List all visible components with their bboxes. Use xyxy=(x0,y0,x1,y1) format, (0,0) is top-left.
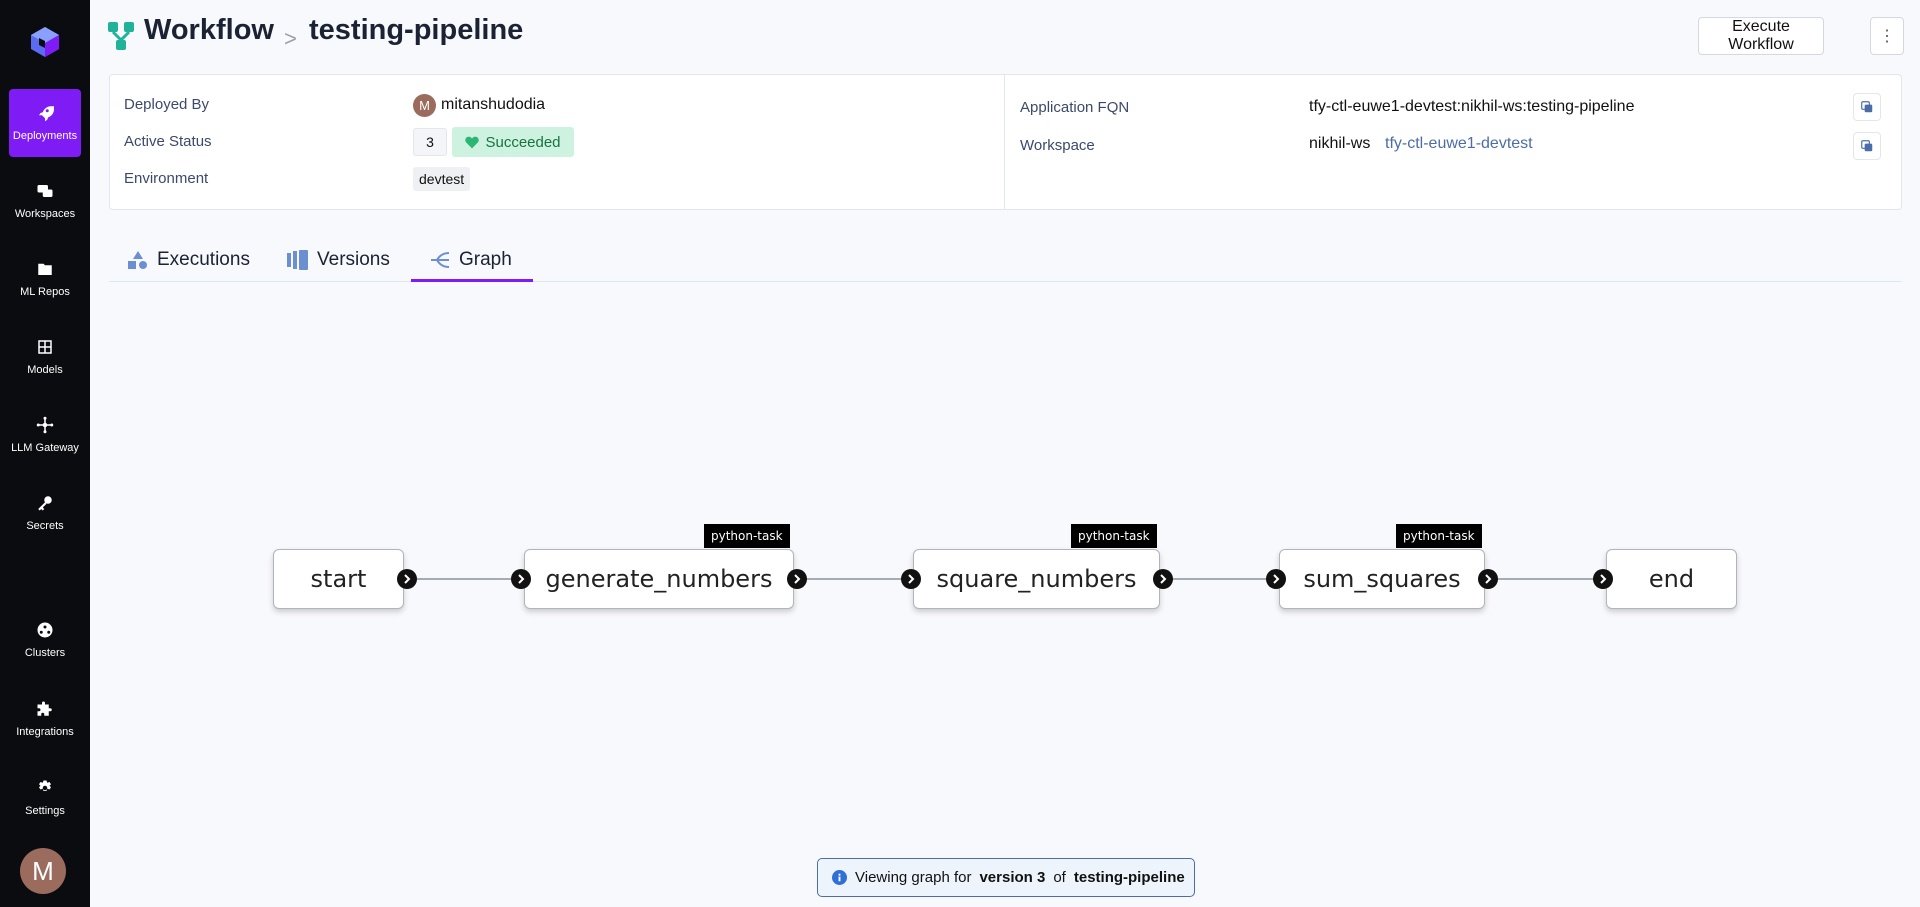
copy-workspace-button[interactable] xyxy=(1853,132,1881,160)
banner-middle: of xyxy=(1053,869,1066,886)
user-avatar[interactable]: M xyxy=(20,848,66,894)
workflow-icon xyxy=(108,22,134,50)
node-port-chevron-icon[interactable] xyxy=(397,569,417,589)
sidebar-item-ml-repos[interactable]: ML Repos xyxy=(9,245,81,313)
page-title: Workflow xyxy=(144,14,274,46)
sidebar-item-workspaces[interactable]: Workspaces xyxy=(9,167,81,235)
tab-bar-border xyxy=(109,281,1902,282)
breadcrumb-separator: > xyxy=(284,26,297,51)
cluster-icon xyxy=(37,622,53,638)
graph-node-start[interactable]: start xyxy=(273,549,404,609)
folder-icon xyxy=(38,263,52,275)
grid-icon xyxy=(38,340,52,354)
tab-executions[interactable]: Executions xyxy=(127,238,250,282)
sidebar-item-deployments[interactable]: Deployments xyxy=(9,89,81,157)
copy-fqn-button[interactable] xyxy=(1853,93,1881,121)
tab-graph[interactable]: Graph xyxy=(429,238,512,282)
deployed-by-value: mitanshudodia xyxy=(441,96,546,113)
sidebar-item-clusters[interactable]: Clusters xyxy=(9,606,81,674)
graph-node-sum-squares[interactable]: sum_squares xyxy=(1279,549,1485,609)
executions-icon xyxy=(128,251,147,269)
rocket-icon xyxy=(39,106,54,122)
key-icon xyxy=(38,496,52,511)
graph-node-square-numbers[interactable]: square_numbers xyxy=(913,549,1160,609)
workspace-value: nikhil-ws xyxy=(1309,135,1371,152)
sidebar-item-llm-gateway[interactable]: LLM Gateway xyxy=(9,401,81,469)
puzzle-icon xyxy=(37,701,52,716)
app-logo-icon[interactable] xyxy=(28,25,62,59)
gear-icon xyxy=(39,780,51,791)
fqn-label: Application FQN xyxy=(1020,99,1130,116)
sidebar-item-label: LLM Gateway xyxy=(11,442,79,454)
node-port-chevron-icon[interactable] xyxy=(511,569,531,589)
deployer-avatar: M xyxy=(413,94,436,117)
tab-label: Graph xyxy=(459,249,512,270)
node-port-chevron-icon[interactable] xyxy=(1153,569,1173,589)
node-port-chevron-icon[interactable] xyxy=(1593,569,1613,589)
info-card xyxy=(109,74,1902,210)
execute-workflow-button[interactable]: Execute Workflow xyxy=(1698,17,1824,55)
active-tab-indicator xyxy=(411,279,533,282)
node-port-chevron-icon[interactable] xyxy=(787,569,807,589)
graph-icon xyxy=(431,252,450,268)
graph-node-end[interactable]: end xyxy=(1606,549,1737,609)
node-port-chevron-icon[interactable] xyxy=(901,569,921,589)
more-options-button[interactable]: ⋮ xyxy=(1870,17,1904,55)
workspace-cluster-link[interactable]: tfy-ctl-euwe1-devtest xyxy=(1385,135,1533,153)
tab-versions[interactable]: Versions xyxy=(287,238,390,282)
sidebar-item-label: Integrations xyxy=(16,726,74,738)
active-status-label: Active Status xyxy=(124,133,212,150)
node-port-chevron-icon[interactable] xyxy=(1266,569,1286,589)
sidebar-item-models[interactable]: Models xyxy=(9,323,81,391)
graph-node-generate-numbers[interactable]: generate_numbers xyxy=(524,549,794,609)
sidebar-item-settings[interactable]: Settings xyxy=(9,764,81,832)
status-badge: Succeeded xyxy=(452,127,574,157)
active-version-chip[interactable]: 3 xyxy=(413,128,447,156)
sidebar-item-label: Secrets xyxy=(26,520,64,532)
status-text: Succeeded xyxy=(485,133,561,151)
banner-name: testing-pipeline xyxy=(1073,869,1185,886)
copy-icon xyxy=(1861,101,1873,113)
sidebar-item-label: Settings xyxy=(25,805,65,817)
sidebar-item-label: Models xyxy=(27,364,63,376)
node-port-chevron-icon[interactable] xyxy=(1478,569,1498,589)
task-type-tag: python-task xyxy=(704,524,790,548)
task-type-tag: python-task xyxy=(1396,524,1482,548)
sidebar-item-label: Clusters xyxy=(24,647,66,659)
deployed-by-label: Deployed By xyxy=(124,96,210,113)
info-divider xyxy=(1004,74,1005,210)
info-icon xyxy=(832,870,847,885)
tab-label: Executions xyxy=(157,249,250,270)
sidebar-item-label: Workspaces xyxy=(14,208,76,220)
environment-label: Environment xyxy=(124,170,209,187)
sidebar-item-label: Deployments xyxy=(12,130,78,142)
heart-icon xyxy=(465,136,480,148)
banner-prefix: Viewing graph for xyxy=(855,869,972,886)
tab-label: Versions xyxy=(317,249,390,270)
versions-icon xyxy=(287,250,308,270)
fqn-value: tfy-ctl-euwe1-devtest:nikhil-ws:testing-… xyxy=(1309,98,1635,115)
sidebar: Deployments Workspaces ML Repos Models L… xyxy=(0,0,90,907)
environment-chip: devtest xyxy=(413,167,471,191)
graph-version-banner: Viewing graph for version 3 of testing-p… xyxy=(817,858,1195,897)
network-icon xyxy=(36,416,54,434)
copy-icon xyxy=(1861,140,1873,152)
banner-version: version 3 xyxy=(979,869,1046,886)
workspaces-icon xyxy=(37,185,53,197)
task-type-tag: python-task xyxy=(1071,524,1157,548)
workflow-name: testing-pipeline xyxy=(309,14,524,46)
sidebar-item-secrets[interactable]: Secrets xyxy=(9,479,81,547)
workspace-label: Workspace xyxy=(1020,137,1095,154)
sidebar-item-integrations[interactable]: Integrations xyxy=(9,685,81,753)
sidebar-item-label: ML Repos xyxy=(20,286,70,298)
